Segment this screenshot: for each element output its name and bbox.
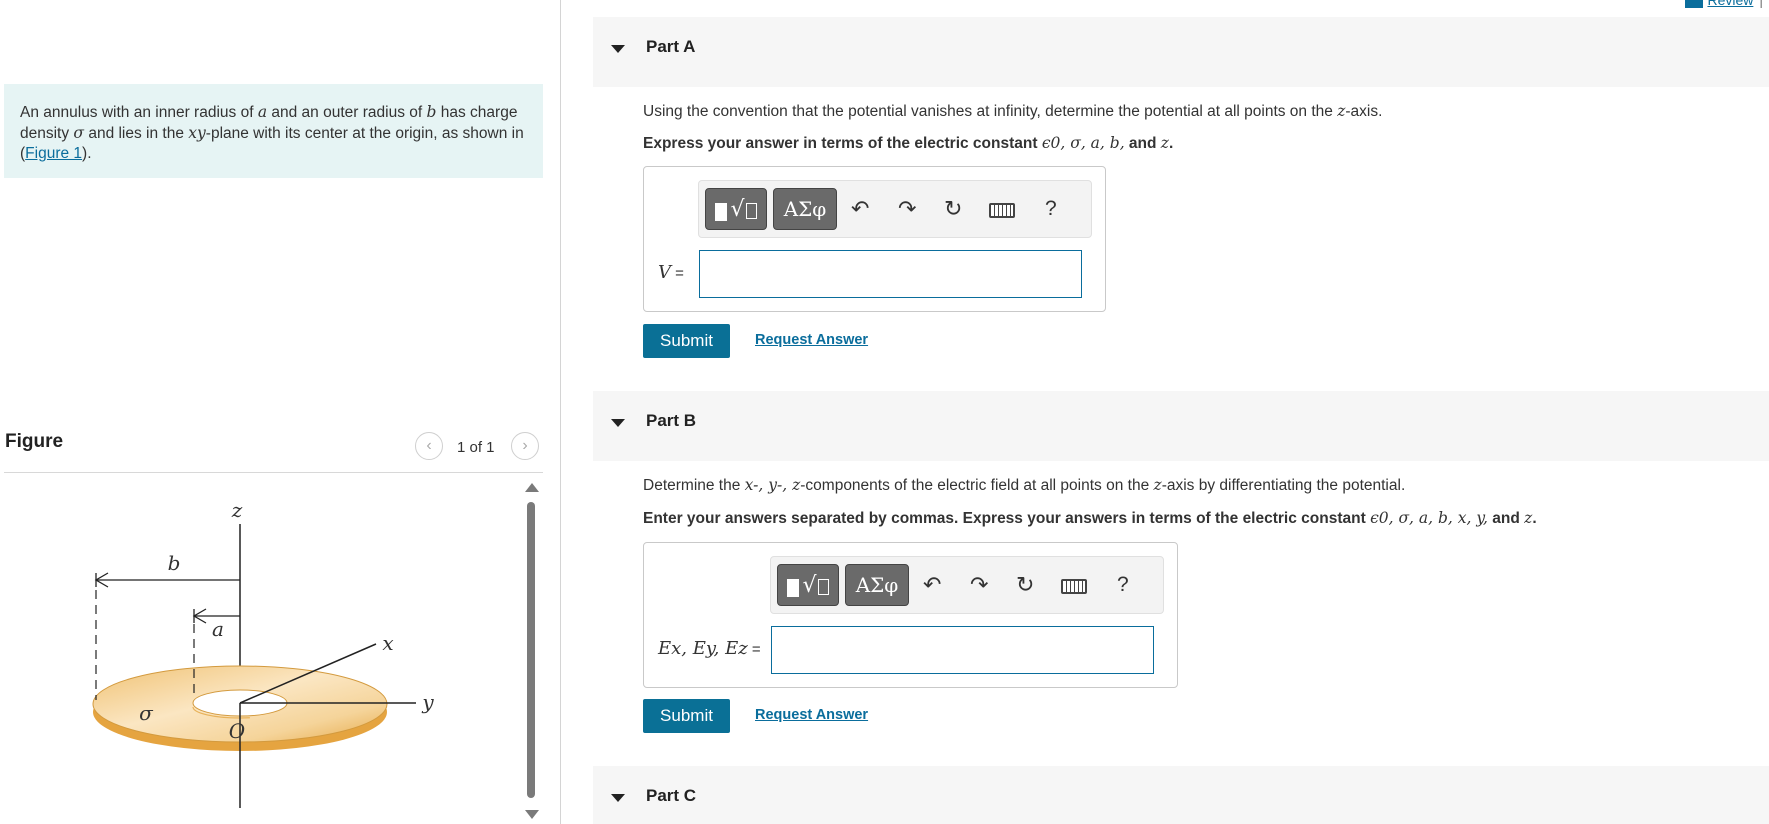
math-toolbar: √ ΑΣφ ↶ ↷ ↻ ? (770, 556, 1164, 614)
express-variables: ϵ0, σ, a, b, (1041, 134, 1125, 152)
express-text: . (1168, 135, 1174, 152)
answer-variable: V (658, 262, 671, 283)
part-b-request-answer-link[interactable]: Request Answer (755, 707, 868, 723)
part-b-question: Determine the x-, y-, z-components of th… (643, 476, 1405, 495)
collapse-caret-icon[interactable] (611, 419, 625, 427)
b-label: b (168, 551, 181, 575)
chevron-right-icon: › (522, 437, 528, 454)
collapse-caret-icon[interactable] (611, 45, 625, 53)
problem-text: ). (82, 145, 92, 162)
templates-icon (787, 579, 800, 597)
answer-variables: Ex, Ey, Ez (658, 638, 748, 659)
undo-icon[interactable]: ↶ (923, 573, 941, 598)
part-a-request-answer-link[interactable]: Request Answer (755, 332, 868, 348)
part-a-title: Part A (646, 37, 696, 56)
question-variables: x-, y-, z (744, 476, 801, 494)
redo-icon[interactable]: ↷ (970, 573, 988, 598)
part-a-submit-button[interactable]: Submit (643, 324, 730, 358)
question-text: -components of the electric field at all… (800, 477, 1154, 494)
var-z: z (1153, 476, 1162, 494)
keyboard-icon[interactable] (1061, 579, 1087, 594)
greek-symbols-button[interactable]: ΑΣφ (773, 188, 837, 230)
part-a-answer-box: √ ΑΣφ ↶ ↷ ↻ ? V = (643, 166, 1106, 312)
express-text: . (1532, 510, 1537, 527)
reset-icon[interactable]: ↻ (944, 197, 962, 222)
part-c-title: Part C (646, 786, 697, 805)
greek-symbols-button[interactable]: ΑΣφ (845, 564, 909, 606)
problem-text: and an outer radius of (267, 104, 427, 121)
help-icon[interactable]: ? (1117, 573, 1129, 597)
y-axis-label: y (421, 690, 434, 714)
part-a-header[interactable]: Part A (593, 17, 1769, 87)
reset-icon[interactable]: ↻ (1016, 573, 1034, 598)
figure-image: z b a x y σ O (4, 474, 524, 824)
sigma-label: σ (139, 701, 154, 725)
keyboard-icon[interactable] (989, 203, 1015, 218)
figure-title: Figure (5, 431, 64, 452)
annulus-diagram: z b a x y σ O (92, 498, 434, 808)
express-text: Enter your answers separated by commas. … (643, 510, 1371, 527)
z-axis-label: z (231, 498, 243, 522)
problem-text: An annulus with an inner radius of (20, 104, 258, 121)
figure-scrollbar[interactable] (524, 480, 539, 824)
problem-text: and lies in the (84, 125, 189, 142)
part-c-header[interactable]: Part C (593, 766, 1769, 824)
scrollbar-thumb[interactable] (527, 502, 535, 798)
answer-label-e-components: Ex, Ey, Ez = (658, 638, 761, 659)
part-b-title: Part B (646, 411, 697, 430)
templates-button[interactable]: √ (777, 564, 839, 606)
scroll-down-icon[interactable] (525, 810, 539, 819)
templates-button[interactable]: √ (705, 188, 767, 230)
previous-figure-button[interactable]: ‹ (415, 432, 443, 460)
origin-label: O (229, 719, 245, 743)
figure-counter: 1 of 1 (457, 439, 495, 456)
express-text: and (1124, 135, 1161, 152)
a-label: a (212, 617, 224, 641)
var-a: a (257, 103, 268, 121)
part-a-answer-input[interactable] (699, 250, 1082, 298)
express-text: and (1488, 510, 1525, 527)
scroll-up-icon[interactable] (525, 483, 539, 492)
part-b-answer-box: √ ΑΣφ ↶ ↷ ↻ ? Ex, Ey, Ez = (643, 542, 1178, 688)
review-link[interactable]: Review | (1685, 0, 1769, 10)
question-text: Determine the (643, 477, 745, 494)
var-xy: xy (188, 124, 206, 142)
x-axis-label: x (382, 631, 393, 655)
question-text: Using the convention that the potential … (643, 103, 1338, 120)
review-icon (1685, 0, 1704, 8)
column-divider (560, 0, 561, 824)
var-sigma: σ (73, 124, 85, 142)
math-toolbar: √ ΑΣφ ↶ ↷ ↻ ? (698, 180, 1092, 238)
express-variables: ϵ0, σ, a, b, x, y, (1370, 509, 1488, 527)
part-b-express-instructions: Enter your answers separated by commas. … (643, 509, 1537, 528)
equals-sign: = (671, 265, 684, 282)
question-text: -axis. (1345, 103, 1383, 120)
part-b-answer-input[interactable] (771, 626, 1154, 674)
review-label[interactable]: Review (1707, 0, 1753, 8)
express-variable-z: z (1160, 134, 1169, 152)
chevron-left-icon: ‹ (426, 437, 432, 454)
equals-sign: = (747, 641, 761, 658)
templates-icon (715, 203, 728, 221)
problem-statement: An annulus with an inner radius of a and… (4, 84, 543, 178)
next-figure-button[interactable]: › (511, 432, 539, 460)
redo-icon[interactable]: ↷ (898, 197, 916, 222)
collapse-caret-icon[interactable] (611, 794, 625, 802)
var-b: b (426, 103, 437, 121)
answer-label-v: V = (658, 262, 684, 283)
express-text: Express your answer in terms of the elec… (643, 135, 1042, 152)
help-icon[interactable]: ? (1045, 197, 1057, 221)
figure-link[interactable]: Figure 1 (25, 145, 82, 162)
question-text: -axis by differentiating the potential. (1161, 477, 1406, 494)
part-a-express-instructions: Express your answer in terms of the elec… (643, 134, 1173, 153)
part-b-submit-button[interactable]: Submit (643, 699, 730, 733)
part-a-question: Using the convention that the potential … (643, 102, 1382, 121)
figure-header: Figure ‹ 1 of 1 › (4, 425, 543, 473)
part-b-header[interactable]: Part B (593, 391, 1769, 461)
undo-icon[interactable]: ↶ (851, 197, 869, 222)
review-separator: | (1759, 0, 1763, 8)
